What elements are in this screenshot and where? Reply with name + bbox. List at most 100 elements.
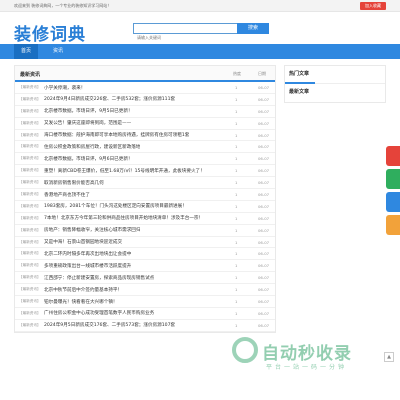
news-row-title[interactable]: 2024年9月4日新房成交226套、二手房532套；涨价房源111套 [44,96,175,102]
qq-share-icon[interactable] [386,192,400,212]
news-row-hits: 1 [235,108,238,114]
news-row-title[interactable]: 2024年9月5日新房成交176套、二手房573套；涨价房源107套 [44,322,175,328]
site-logo[interactable]: 装修词典 [14,20,86,45]
news-row-hits: 1 [235,287,238,293]
news-row-title[interactable]: 小学关停潮，袭来！ [44,85,85,91]
news-row[interactable]: 【最新资讯】 铂尔曼曝光！快看看在大兴哪个镇！ 1 06-07 [15,296,275,308]
news-row-title[interactable]: 海口楼市数据：葭护海南即可享本地购房待遇，挂牌房有住房可领租1套 [44,132,189,138]
news-row-hits: 1 [235,275,238,281]
news-row-tag: 【最新资讯】 [19,322,41,327]
news-row-hits: 1 [235,227,238,233]
news-row-hits: 1 [235,96,238,102]
nav-item-home[interactable]: 首页 [14,44,38,59]
news-row[interactable]: 【最新资讯】 北京二环内时隔多年再次出地块出让会提中 1 06-07 [15,248,275,261]
news-row-tag: 【最新资讯】 [19,215,41,220]
welcome-text: 欢迎来到 装修词典网，一个专业的装修知识学习网站！ [14,3,112,8]
new-articles-title: 最新文章 [289,89,310,95]
news-row[interactable]: 【最新资讯】 重塑！离新CBD卷王爆价，低至1.68万/㎡！15号线明年开通，此板… [15,165,275,178]
news-row-tag: 【最新资讯】 [19,85,41,89]
news-row-title[interactable]: 广州住房公积金中心成功受理首笔数字人民币购房业务 [44,310,154,316]
news-row-tag: 【最新资讯】 [19,132,41,137]
news-row-title[interactable]: 北京二环内时隔多年再次出地块出让会提中 [44,251,131,257]
watermark-text: 自动秒收录 [262,344,352,364]
add-favorite-button[interactable]: 加入收藏 [360,2,386,10]
top-bar: 欢迎来到 装修词典网，一个专业的装修知识学习网站！ 加入收藏 [0,0,400,12]
news-row-tag: 【最新资讯】 [19,144,41,149]
news-row-tag: 【最新资讯】 [19,310,41,315]
news-row[interactable]: 【最新资讯】 房地产：销售降幅收窄，关注核心城市需求回归 1 06-07 [15,225,275,237]
news-row-title[interactable]: 北京楼市数据，市场日评，9月6日已更新！ [44,156,133,162]
news-row-hits: 1 [235,239,238,245]
news-row-title[interactable]: 江西邵宁：停止新建安置房，探索商品房现房销售试点 [44,275,154,281]
nav-item-news[interactable]: 资讯 [46,44,70,59]
qzone-share-icon[interactable] [386,215,400,235]
wechat-share-icon[interactable] [386,169,400,189]
news-list-panel: 最新资讯 热度 日期 【最新资讯】 小学关停潮，袭来！ 1 06-07 【最新资讯】 20… [14,65,276,333]
news-row-tag: 【最新资讯】 [19,168,41,173]
news-row-hits: 1 [235,85,238,90]
news-row[interactable]: 【最新资讯】 广州住房公积金中心成功受理首笔数字人民币购房业务 1 06-07 [15,308,275,320]
search-box: 搜索 [133,23,269,42]
news-row-title[interactable]: 多项重磅政策出台一线城市楼市活跃度提升 [44,263,131,269]
news-row-tag: 【最新资讯】 [19,180,41,185]
news-row-date: 06-07 [258,215,270,221]
news-row-title[interactable]: 7本地！北京东方今年第三轮和供商品住房项目开始地块清单！涉及丰台一宗！ [44,215,203,221]
news-row-date: 06-07 [258,310,270,316]
news-row-tag: 【最新资讯】 [19,275,41,280]
news-row[interactable]: 【最新资讯】 2024年9月4日新房成交226套、二手房532套；涨价房源111套… [15,94,275,106]
search-input[interactable] [134,33,238,42]
news-row[interactable]: 【最新资讯】 又是中海！石景山首钢园地块迎近成交 1 06-07 [15,237,275,249]
news-row-hits: 1 [235,310,238,316]
news-row[interactable]: 【最新资讯】 取消新房销售限价能否高几何 1 06-07 [15,177,275,190]
news-row-hits: 1 [235,215,238,221]
search-button[interactable]: 搜索 [237,23,269,34]
news-row[interactable]: 【最新资讯】 7本地！北京东方今年第三轮和供商品住房项目开始地块清单！涉及丰台一宗… [15,213,275,225]
watermark-logo-icon [232,337,258,363]
news-row-date: 06-07 [258,132,270,138]
news-row-date: 06-07 [258,203,270,209]
news-row[interactable]: 【最新资讯】 1983套房，2081个车位！门头沟这处楼区定向安置房项目最新进展！… [15,201,275,213]
news-row[interactable]: 【最新资讯】 江西邵宁：停止新建安置房，探索商品房现房销售试点 1 06-07 [15,272,275,285]
hot-articles-title: 热门文章 [289,71,310,77]
news-row-tag: 【最新资讯】 [19,108,41,113]
news-row-hits: 1 [235,168,238,174]
news-row[interactable]: 【最新资讯】 小学关停潮，袭来！ 1 06-07 [15,82,275,94]
news-row-title[interactable]: 重塑！离新CBD卷王爆价，低至1.68万/㎡！15号线明年开通，此板块要火了！ [44,168,205,174]
news-row-date: 06-07 [258,299,270,305]
news-row[interactable]: 【最新资讯】 2024年9月5日新房成交176套、二手房573套；涨价房源107套… [15,320,275,332]
news-row-title[interactable]: 又是中海！石景山首钢园地块迎近成交 [44,239,122,245]
news-row-hits: 1 [235,144,238,150]
weibo-share-icon[interactable] [386,146,400,166]
news-row[interactable]: 【最新资讯】 海口楼市数据：葭护海南即可享本地购房待遇，挂牌房有住房可领租1套 1 0… [15,130,275,142]
news-row-tag: 【最新资讯】 [19,96,41,101]
news-row-tag: 【最新资讯】 [19,120,41,125]
back-to-top-icon[interactable]: ▲ [384,352,394,362]
news-row[interactable]: 【最新资讯】 又发公告！肇庆这座即将到岗，范围是—— 1 06-07 [15,118,275,130]
news-row[interactable]: 【最新资讯】 住房公积金政策和房屋行政，建设新区新政落地 1 06-07 [15,141,275,154]
news-row-title[interactable]: 住房公积金政策和房屋行政，建设新区新政落地 [44,144,140,150]
news-row[interactable]: 【最新资讯】 北京楼市数据，市场日评，9月6日已更新！ 1 06-07 [15,153,275,166]
news-row[interactable]: 【最新资讯】 北京中秋节前后中介签约量基本持平！ 1 06-07 [15,284,275,297]
news-row-hits: 1 [235,322,238,328]
news-row-date: 06-07 [258,120,270,126]
news-row-title[interactable]: 1983套房，2081个车位！门头沟这处楼区定向安置房项目最新进展！ [44,203,187,209]
news-row-date: 06-07 [258,227,270,233]
news-row-title[interactable]: 北京中秋节前后中介签约量基本持平！ [44,287,122,293]
news-row[interactable]: 【最新资讯】 多项重磅政策出台一线城市楼市活跃度提升 1 06-07 [15,260,275,273]
news-row-title[interactable]: 房地产：销售降幅收窄，关注核心城市需求回归 [44,227,140,233]
news-row-title[interactable]: 北京楼市数据，市场日评，9月5日已更新！ [44,108,133,114]
news-list-title: 最新资讯 [20,72,41,78]
news-row-title[interactable]: 取消新房销售限价能否高几何 [44,180,104,186]
news-row[interactable]: 【最新资讯】 香港地产商也顶不住了 1 06-07 [15,189,275,201]
news-row-title[interactable]: 香港地产商也顶不住了 [44,192,90,198]
news-row[interactable]: 【最新资讯】 北京楼市数据，市场日评，9月5日已更新！ 1 06-07 [15,106,275,118]
news-row-hits: 1 [235,132,238,138]
news-row-hits: 1 [235,156,238,162]
news-row-date: 06-07 [258,251,270,257]
news-row-title[interactable]: 又发公告！肇庆这座即将到岗，范围是—— [44,120,131,126]
news-row-date: 06-07 [258,322,270,328]
news-row-tag: 【最新资讯】 [19,239,41,244]
news-row-title[interactable]: 铂尔曼曝光！快看看在大兴哪个镇！ [44,299,118,305]
col-date-header: 日期 [258,71,266,76]
news-row-date: 06-07 [258,287,270,293]
